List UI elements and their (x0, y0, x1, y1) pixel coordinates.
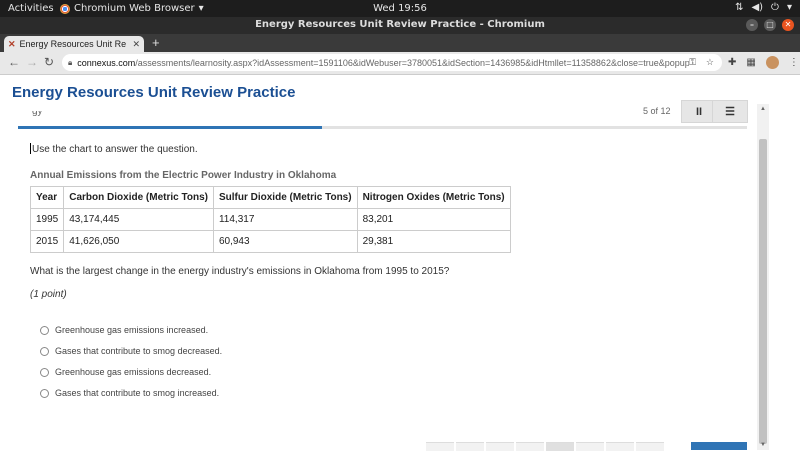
url-text[interactable]: connexus.com/assessments/learnosity.aspx… (77, 58, 689, 68)
network-icon: ⇅ (735, 2, 744, 13)
partial-heading: gy (32, 111, 43, 117)
answer-option-label[interactable]: Gases that contribute to smog increased. (55, 388, 219, 398)
answer-option[interactable]: Gases that contribute to smog increased. (40, 388, 219, 398)
page-content: Energy Resources Unit Review Practice gy… (0, 75, 800, 451)
table-row: 2015 41,626,050 60,943 29,381 (29, 230, 511, 253)
system-top-bar: Activities Chromium Web Browser ▾ Wed 19… (0, 0, 800, 17)
scroll-down-icon[interactable]: ▼ (760, 442, 766, 448)
radio-button[interactable] (40, 346, 49, 356)
radio-button[interactable] (40, 388, 49, 398)
forward-icon[interactable]: → (26, 55, 38, 69)
cell-nitrogen-oxides: 83,201 (356, 208, 511, 231)
cell-year: 2015 (29, 230, 65, 253)
instruction-text: Use the chart to answer the question. (30, 143, 198, 155)
profile-avatar[interactable] (765, 56, 779, 69)
new-tab-button[interactable]: + (152, 36, 160, 50)
text-cursor (30, 143, 31, 154)
url-path: /assessments/learnosity.aspx?idAssessmen… (135, 57, 690, 68)
back-icon[interactable]: ← (8, 55, 20, 69)
window-title-bar: Energy Resources Unit Review Practice - … (0, 17, 800, 34)
url-host: connexus.com (77, 57, 136, 68)
volume-icon: ◀) (751, 2, 764, 13)
close-window-button[interactable]: ✕ (782, 19, 794, 31)
lock-icon[interactable]: 🔒︎ (68, 58, 72, 68)
question-text: What is the largest change in the energy… (30, 266, 450, 277)
answer-option-label[interactable]: Gases that contribute to smog decreased. (55, 346, 222, 356)
chevron-down-icon: ▾ (786, 2, 792, 13)
window-controls: – □ ✕ (746, 19, 794, 31)
scrollbar-thumb[interactable] (759, 139, 767, 444)
list-icon: ☰ (725, 106, 735, 118)
close-tab-icon[interactable]: ✕ (132, 39, 140, 50)
emissions-table: Year Carbon Dioxide (Metric Tons) Sulfur… (29, 186, 511, 253)
browser-toolbar: ← → ↻ 🔒︎ connexus.com/assessments/learno… (0, 52, 800, 75)
radio-button[interactable] (40, 325, 49, 335)
table-title: Annual Emissions from the Electric Power… (30, 170, 337, 181)
table-header-row: Year Carbon Dioxide (Metric Tons) Sulfur… (29, 186, 511, 209)
cell-sulfur-dioxide: 60,943 (212, 230, 358, 253)
key-icon[interactable]: ⚿ (689, 57, 696, 68)
cell-sulfur-dioxide: 114,317 (212, 208, 358, 231)
extensions-menu-icon[interactable]: ▦ (746, 57, 755, 68)
points-label: (1 point) (30, 289, 67, 300)
answer-option-label[interactable]: Greenhouse gas emissions decreased. (55, 367, 211, 377)
minimize-button[interactable]: – (746, 19, 758, 31)
address-bar[interactable]: 🔒︎ connexus.com/assessments/learnosity.a… (62, 54, 722, 71)
pause-icon: II (695, 106, 703, 118)
scrollbar[interactable]: ▲ ▼ (757, 104, 769, 450)
cell-carbon-dioxide: 43,174,445 (63, 208, 214, 231)
question-list-button[interactable]: ☰ (712, 100, 748, 123)
tab-strip: ✕ Energy Resources Unit Re ✕ + (0, 34, 800, 52)
next-button[interactable] (691, 442, 747, 450)
header-nitrogen-oxides: Nitrogen Oxides (Metric Tons) (356, 186, 511, 209)
header-carbon-dioxide: Carbon Dioxide (Metric Tons) (63, 186, 214, 209)
radio-button[interactable] (40, 367, 49, 377)
progress-bar (18, 126, 747, 129)
answer-option[interactable]: Greenhouse gas emissions increased. (40, 325, 208, 335)
tab-energy-resources[interactable]: ✕ Energy Resources Unit Re ✕ (4, 36, 144, 52)
reload-icon[interactable]: ↻ (44, 55, 54, 69)
cell-carbon-dioxide: 41,626,050 (63, 230, 214, 253)
instruction-label: Use the chart to answer the question. (32, 144, 198, 155)
question-counter: 5 of 12 (643, 106, 671, 116)
browser-menu-icon[interactable]: ⋮ (789, 57, 799, 68)
progress-fill (18, 126, 322, 129)
maximize-button[interactable]: □ (764, 19, 776, 31)
page-title: Energy Resources Unit Review Practice (12, 84, 296, 101)
bookmark-star-icon[interactable]: ☆ (706, 57, 714, 68)
cell-nitrogen-oxides: 29,381 (356, 230, 511, 253)
answer-option-label[interactable]: Greenhouse gas emissions increased. (55, 325, 208, 335)
cell-year: 1995 (29, 208, 65, 231)
header-sulfur-dioxide: Sulfur Dioxide (Metric Tons) (212, 186, 358, 209)
answer-option[interactable]: Greenhouse gas emissions decreased. (40, 367, 211, 377)
scroll-up-icon[interactable]: ▲ (760, 106, 766, 112)
table-row: 1995 43,174,445 114,317 83,201 (29, 208, 511, 231)
header-year: Year (29, 186, 65, 209)
connexus-favicon-icon: ✕ (8, 38, 16, 49)
tab-label: Energy Resources Unit Re (19, 39, 127, 49)
clock[interactable]: Wed 19:56 (0, 3, 800, 14)
answer-option[interactable]: Gases that contribute to smog decreased. (40, 346, 222, 356)
extension-puzzle-icon[interactable]: ✚ (728, 57, 736, 68)
window-title: Energy Resources Unit Review Practice - … (255, 19, 545, 30)
power-icon: ⏻ (771, 2, 779, 13)
system-tray[interactable]: ⇅ ◀) ⏻ ▾ (735, 2, 792, 13)
